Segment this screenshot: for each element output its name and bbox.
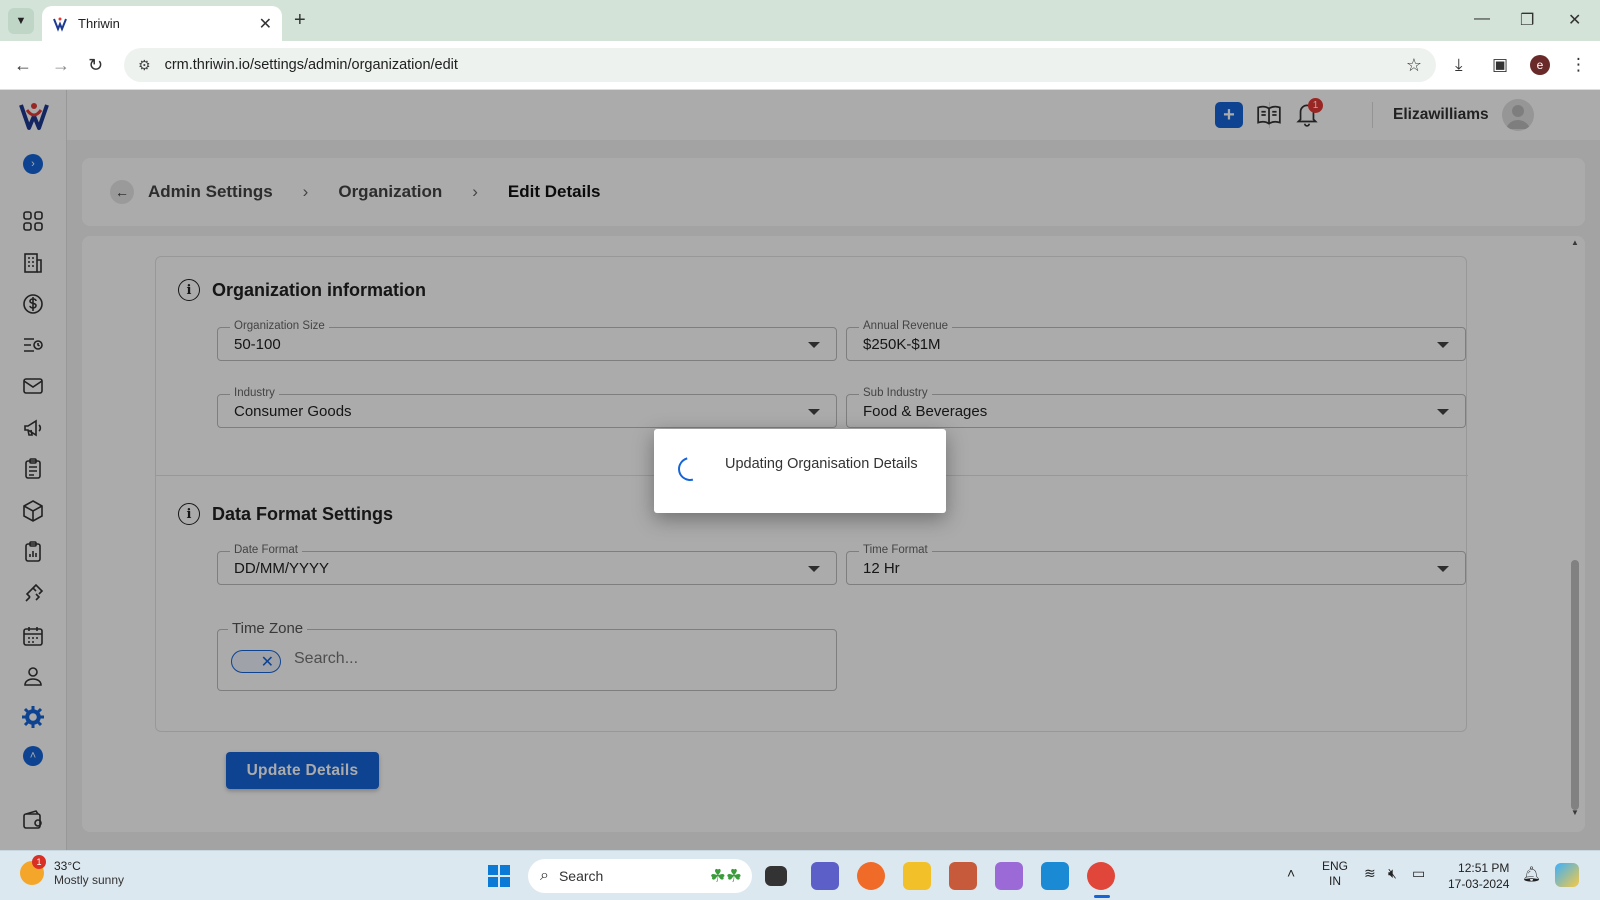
download-icon[interactable]: ⤓ [1455, 55, 1463, 75]
taskbar-search-label: Search [558, 868, 604, 884]
weather-widget[interactable]: 1 33°C Mostly sunny [20, 855, 125, 887]
loading-spinner-icon [673, 452, 707, 486]
taskbar-search[interactable]: ⌕ Search ☘☘ [528, 859, 752, 893]
windows-taskbar: 1 33°C Mostly sunny ⌕ Search ☘☘ ˄ ENG IN… [0, 850, 1600, 900]
tab-search-chevron-icon[interactable]: ▼ [8, 8, 34, 34]
new-tab-icon[interactable]: + [294, 9, 306, 32]
clock-time: 12:51 PM [1458, 861, 1510, 875]
weather-badge: 1 [32, 855, 46, 869]
volume-muted-icon[interactable]: 🔇︎ [1388, 865, 1397, 882]
firefox-icon[interactable] [857, 862, 885, 890]
lang-secondary: IN [1329, 874, 1341, 888]
notification-center-icon[interactable]: 🔔︎ [1522, 865, 1541, 883]
photos-icon[interactable] [949, 862, 977, 890]
clock-date: 17-03-2024 [1448, 877, 1510, 891]
snipping-tool-icon[interactable] [995, 862, 1023, 890]
window-close-icon[interactable]: ✕ [1568, 10, 1581, 30]
url-text: crm.thriwin.io/settings/admin/organizati… [164, 57, 458, 73]
back-icon[interactable]: ← [14, 55, 32, 76]
loading-message: Updating Organisation Details [725, 456, 918, 472]
thriwin-favicon-icon [52, 16, 68, 32]
app-root: › ˄ + 1 Elizawilliams ← Admin Settings ›… [0, 90, 1600, 850]
loading-dialog: Updating Organisation Details [654, 429, 946, 513]
vscode-icon[interactable] [1041, 862, 1069, 890]
minimize-icon[interactable]: — [1474, 10, 1490, 28]
bookmark-star-icon[interactable]: ☆ [1406, 55, 1422, 76]
forward-icon[interactable]: → [52, 55, 70, 76]
battery-icon[interactable]: ▭ [1412, 865, 1425, 882]
system-clock[interactable]: 12:51 PM 17-03-2024 [1448, 860, 1509, 892]
search-icon: ⌕ [540, 867, 549, 884]
address-bar: ← → ↻ ⚙ crm.thriwin.io/settings/admin/or… [0, 41, 1600, 90]
file-explorer-icon[interactable] [903, 862, 931, 890]
lang-primary: ENG [1322, 859, 1349, 873]
tray-overflow-icon[interactable]: ˄ [1287, 865, 1295, 881]
side-panel-icon[interactable]: ▣ [1492, 55, 1508, 75]
site-info-icon[interactable]: ⚙ [138, 57, 151, 74]
weather-desc: Mostly sunny [54, 873, 125, 887]
chrome-menu-icon[interactable]: ⋮ [1570, 55, 1587, 75]
browser-tab[interactable]: Thriwin ✕ [42, 6, 282, 41]
tab-title: Thriwin [78, 16, 120, 31]
weather-temp: 33°C [54, 859, 81, 873]
restore-icon[interactable]: ❐ [1520, 10, 1534, 30]
language-indicator[interactable]: ENG IN [1322, 859, 1348, 889]
profile-avatar[interactable]: e [1530, 55, 1550, 75]
tab-close-icon[interactable]: ✕ [259, 14, 272, 34]
clover-icon: ☘☘ [709, 865, 742, 886]
reload-icon[interactable]: ↻ [88, 55, 103, 76]
url-omnibox[interactable]: ⚙ crm.thriwin.io/settings/admin/organiza… [124, 48, 1436, 82]
wifi-icon[interactable]: ≋ [1364, 865, 1376, 882]
teams-icon[interactable] [811, 862, 839, 890]
browser-tab-strip: ▼ Thriwin ✕ + — ❐ ✕ [0, 0, 1600, 41]
sun-icon: 1 [20, 855, 46, 885]
chrome-icon[interactable] [1087, 862, 1115, 890]
task-view-icon[interactable] [765, 866, 787, 886]
active-app-indicator [1094, 895, 1110, 898]
copilot-icon[interactable] [1555, 863, 1579, 887]
windows-start-icon[interactable] [487, 864, 511, 888]
